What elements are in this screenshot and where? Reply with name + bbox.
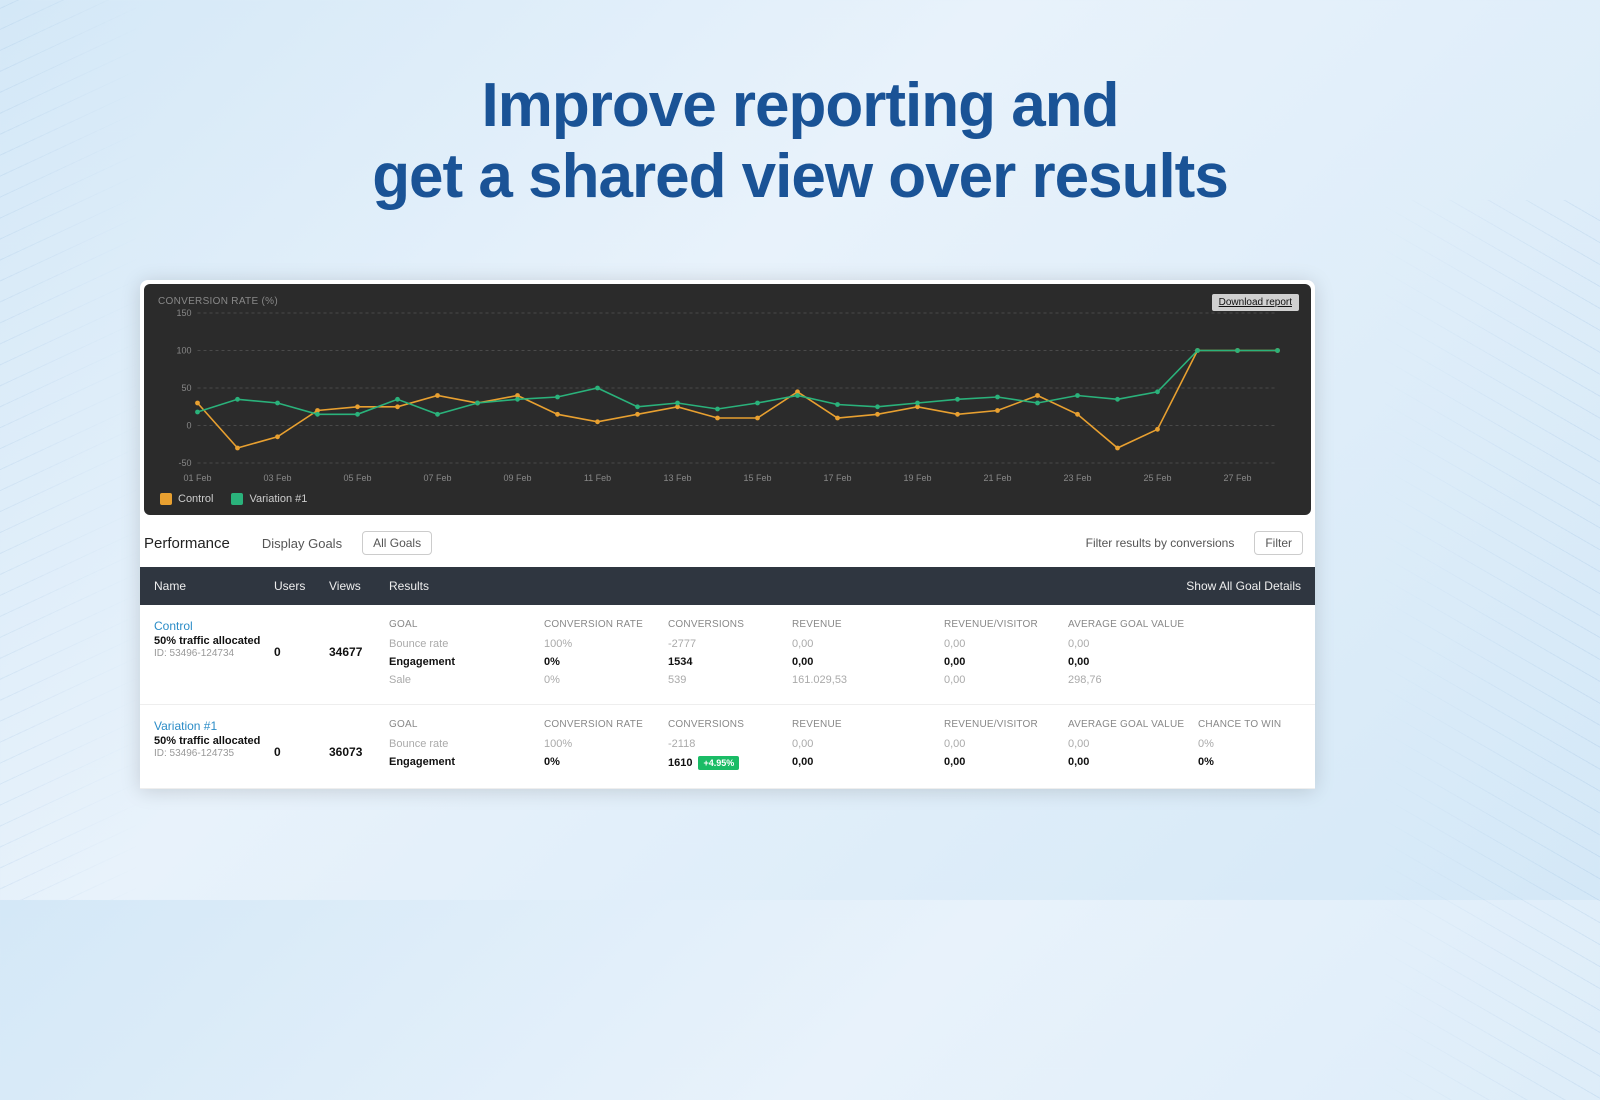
svg-text:01 Feb: 01 Feb <box>183 473 211 483</box>
svg-text:17 Feb: 17 Feb <box>823 473 851 483</box>
legend-swatch-variation <box>231 493 243 505</box>
chart-panel: CONVERSION RATE (%) Download report 1501… <box>144 284 1311 515</box>
performance-bar: Performance Display Goals All Goals Filt… <box>140 519 1315 567</box>
svg-text:50: 50 <box>181 383 191 393</box>
users-value: 0 <box>274 619 329 692</box>
hero-title: Improve reporting and get a shared view … <box>0 0 1600 213</box>
views-value: 34677 <box>329 619 389 692</box>
svg-text:05 Feb: 05 Feb <box>343 473 371 483</box>
table-row: Variation #1 50% traffic allocated ID: 5… <box>140 705 1315 789</box>
performance-title: Performance <box>144 535 230 552</box>
svg-text:07 Feb: 07 Feb <box>423 473 451 483</box>
traffic-allocation: 50% traffic allocated <box>154 735 274 747</box>
svg-text:27 Feb: 27 Feb <box>1223 473 1251 483</box>
show-all-goal-details[interactable]: Show All Goal Details <box>1186 579 1301 593</box>
th-name: Name <box>154 579 274 593</box>
svg-text:19 Feb: 19 Feb <box>903 473 931 483</box>
svg-text:23 Feb: 23 Feb <box>1063 473 1091 483</box>
variant-id: ID: 53496-124735 <box>154 748 274 759</box>
views-value: 36073 <box>329 719 389 776</box>
svg-text:21 Feb: 21 Feb <box>983 473 1011 483</box>
svg-text:-50: -50 <box>178 458 191 468</box>
results-grid: GOALBounce rateEngagement CONVERSION RAT… <box>389 719 1301 776</box>
th-views: Views <box>329 579 389 593</box>
svg-text:0: 0 <box>186 421 191 431</box>
line-chart: 150 100 50 0 -50 01 Feb 03 Feb 05 Feb 07 Feb 09 … <box>158 307 1297 487</box>
all-goals-button[interactable]: All Goals <box>362 531 432 555</box>
variant-name[interactable]: Variation #1 <box>154 719 274 733</box>
svg-text:13 Feb: 13 Feb <box>663 473 691 483</box>
variant-id: ID: 53496-124734 <box>154 648 274 659</box>
th-results: Results <box>389 579 1186 593</box>
th-users: Users <box>274 579 329 593</box>
traffic-allocation: 50% traffic allocated <box>154 635 274 647</box>
download-report-button[interactable]: Download report <box>1212 294 1299 311</box>
dashboard-panel: CONVERSION RATE (%) Download report 1501… <box>140 280 1315 789</box>
svg-text:25 Feb: 25 Feb <box>1143 473 1171 483</box>
results-grid: GOALBounce rateEngagementSale CONVERSION… <box>389 619 1301 692</box>
table-row: Control 50% traffic allocated ID: 53496-… <box>140 605 1315 705</box>
svg-text:03 Feb: 03 Feb <box>263 473 291 483</box>
svg-text:09 Feb: 09 Feb <box>503 473 531 483</box>
legend-swatch-control <box>160 493 172 505</box>
legend-variation[interactable]: Variation #1 <box>231 493 307 505</box>
users-value: 0 <box>274 719 329 776</box>
legend-control[interactable]: Control <box>160 493 213 505</box>
display-goals-label: Display Goals <box>262 536 342 551</box>
chart-title: CONVERSION RATE (%) <box>158 296 1297 307</box>
svg-text:100: 100 <box>176 346 191 356</box>
chart-legend: Control Variation #1 <box>158 487 1297 507</box>
filter-button[interactable]: Filter <box>1254 531 1303 555</box>
table-header: Name Users Views Results Show All Goal D… <box>140 567 1315 605</box>
filter-label: Filter results by conversions <box>1086 536 1235 550</box>
svg-text:150: 150 <box>176 308 191 318</box>
svg-text:15 Feb: 15 Feb <box>743 473 771 483</box>
svg-text:11 Feb: 11 Feb <box>584 473 611 483</box>
variant-name[interactable]: Control <box>154 619 274 633</box>
